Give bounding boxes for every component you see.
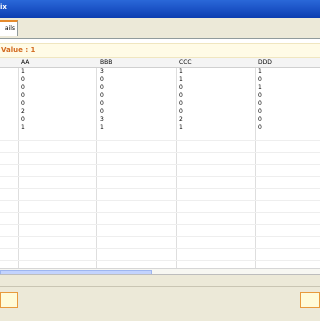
- cell: 1: [179, 76, 183, 83]
- cell: 0: [258, 116, 262, 123]
- row-divider: [0, 248, 320, 249]
- cell: 0: [179, 84, 183, 91]
- cell: 0: [100, 100, 104, 107]
- value-banner: Value : 1: [0, 43, 320, 58]
- separator-line: [0, 286, 320, 287]
- row-divider: [0, 164, 320, 165]
- cell: 0: [258, 124, 262, 131]
- cell: 1: [179, 124, 183, 131]
- window-title: ix: [0, 3, 7, 11]
- row-divider: [0, 200, 320, 201]
- table-row[interactable]: 1 3 1 1: [0, 68, 320, 76]
- cell: 0: [21, 116, 25, 123]
- table-row[interactable]: 0 0 0 1: [0, 84, 320, 92]
- cell: 0: [21, 100, 25, 107]
- table-row[interactable]: 2 0 0 0: [0, 108, 320, 116]
- window-title-bar: ix: [0, 0, 320, 18]
- cell: 0: [258, 76, 262, 83]
- cell: 0: [100, 76, 104, 83]
- row-divider: [0, 176, 320, 177]
- column-header[interactable]: CCC: [179, 59, 192, 66]
- cell: 3: [100, 68, 104, 75]
- row-divider: [0, 236, 320, 237]
- cell: 1: [100, 124, 104, 131]
- column-header[interactable]: DDD: [258, 59, 272, 66]
- cell: 2: [179, 116, 183, 123]
- right-field[interactable]: [300, 292, 320, 308]
- cell: 1: [258, 68, 262, 75]
- value-text: Value : 1: [1, 46, 36, 54]
- cell: 1: [21, 124, 25, 131]
- cell: 3: [100, 116, 104, 123]
- row-divider: [0, 188, 320, 189]
- cell: 1: [179, 68, 183, 75]
- cell: 1: [21, 68, 25, 75]
- cell: 0: [258, 92, 262, 99]
- cell: 0: [21, 92, 25, 99]
- row-divider: [0, 152, 320, 153]
- grid-header: AA BBB CCC DDD: [0, 58, 320, 68]
- cell: 0: [100, 108, 104, 115]
- table-row[interactable]: 1 1 1 0: [0, 124, 320, 132]
- tab-label: ails: [4, 25, 15, 32]
- cell: 0: [100, 92, 104, 99]
- cell: 0: [258, 100, 262, 107]
- table-row[interactable]: 0 0 0 0: [0, 92, 320, 100]
- table-row[interactable]: 0 3 2 0: [0, 116, 320, 124]
- column-header[interactable]: AA: [21, 59, 29, 66]
- table-row[interactable]: 0 0 1 0: [0, 76, 320, 84]
- row-divider: [0, 212, 320, 213]
- tab-strip: ails: [0, 18, 320, 38]
- cell: 0: [21, 76, 25, 83]
- cell: 0: [21, 84, 25, 91]
- column-header[interactable]: BBB: [100, 59, 112, 66]
- row-divider: [0, 260, 320, 261]
- details-panel: Value : 1 AA BBB CCC DDD 1 3 1 1 0 0 1 0…: [0, 38, 320, 276]
- table-row[interactable]: 0 0 0 0: [0, 100, 320, 108]
- cell: 0: [179, 92, 183, 99]
- cell: 0: [258, 108, 262, 115]
- cell: 0: [179, 100, 183, 107]
- row-divider: [0, 224, 320, 225]
- left-field[interactable]: [0, 292, 18, 308]
- bottom-panel: [0, 274, 320, 321]
- cell: 0: [179, 108, 183, 115]
- row-divider: [0, 140, 320, 141]
- tab-details[interactable]: ails: [0, 20, 18, 36]
- cell: 2: [21, 108, 25, 115]
- cell: 0: [100, 84, 104, 91]
- cell: 1: [258, 84, 262, 91]
